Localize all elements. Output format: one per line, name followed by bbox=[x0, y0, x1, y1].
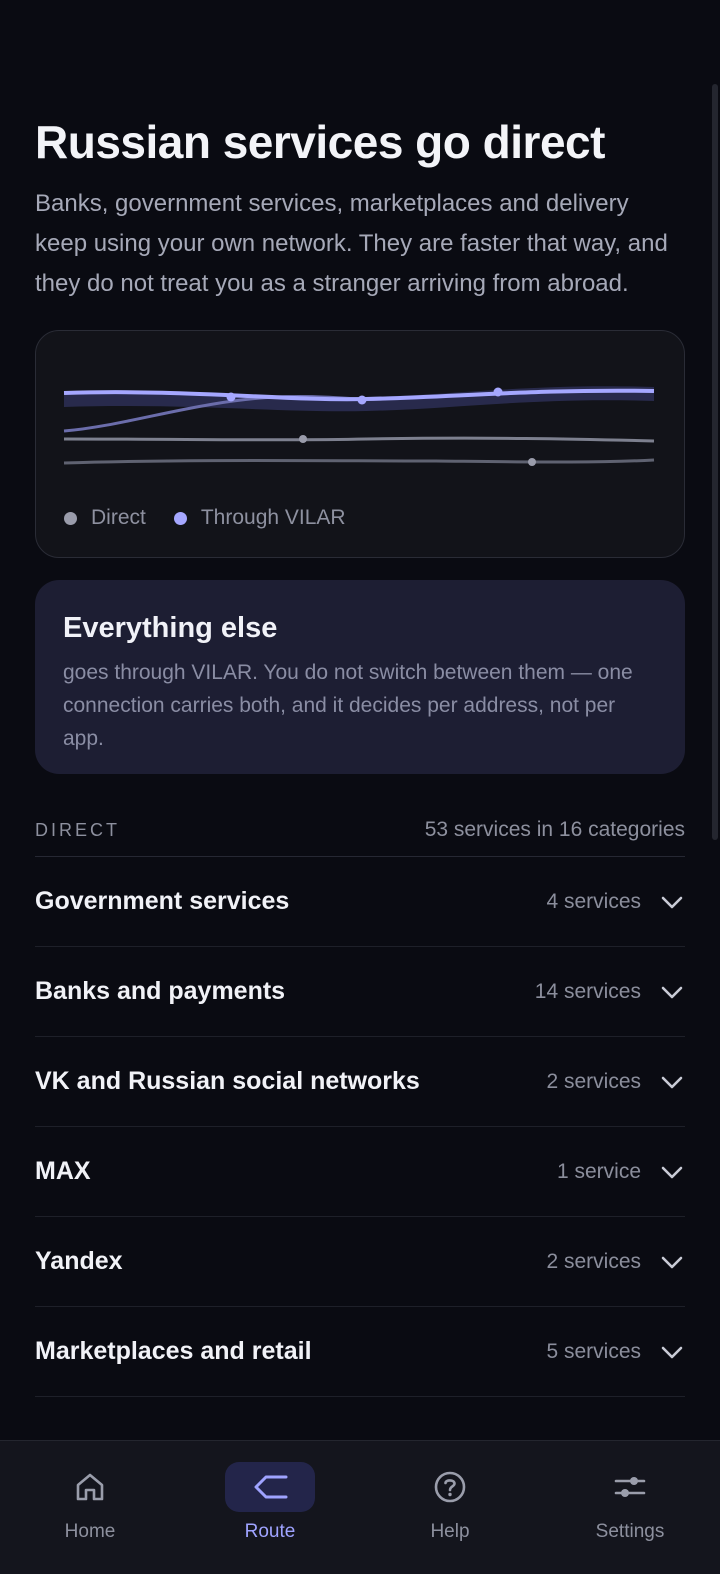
info-title: Everything else bbox=[63, 612, 278, 644]
chevron-down-icon[interactable] bbox=[659, 1159, 685, 1185]
vilar-point bbox=[493, 387, 503, 397]
help-icon bbox=[434, 1471, 466, 1503]
category-row-government[interactable]: Government services 4 services bbox=[35, 857, 685, 947]
nav-help-label: Help bbox=[430, 1521, 470, 1542]
chart-legend: Direct Through VILAR bbox=[64, 506, 374, 530]
section-count: 53 services in 16 categories bbox=[424, 818, 685, 841]
route-icon bbox=[254, 1475, 288, 1499]
nav-settings-label: Settings bbox=[595, 1521, 665, 1542]
category-row-marketplaces[interactable]: Marketplaces and retail 5 services bbox=[35, 1307, 685, 1397]
category-name: Yandex bbox=[35, 1247, 123, 1275]
category-count: 14 services bbox=[534, 979, 641, 1003]
scrollbar[interactable] bbox=[712, 84, 718, 840]
chevron-down-icon[interactable] bbox=[659, 889, 685, 915]
category-row-max[interactable]: MAX 1 service bbox=[35, 1127, 685, 1217]
legend-vilar: Through VILAR bbox=[173, 506, 346, 530]
legend-direct-dot bbox=[64, 511, 77, 525]
direct-line bbox=[63, 458, 655, 465]
category-row-vk[interactable]: VK and Russian social networks 2 service… bbox=[35, 1037, 685, 1127]
category-name: Government services bbox=[35, 887, 290, 915]
chevron-down-icon[interactable] bbox=[659, 1069, 685, 1095]
sliders-icon bbox=[614, 1477, 646, 1497]
route-screen: Russian services go direct Banks, govern… bbox=[0, 0, 720, 1574]
category-count: 2 services bbox=[546, 1249, 641, 1273]
main-content: Russian services go direct Banks, govern… bbox=[35, 110, 685, 1397]
info-text: goes through VILAR. You do not switch be… bbox=[63, 661, 633, 750]
page-title: Russian services go direct bbox=[35, 116, 605, 168]
category-count: 5 services bbox=[546, 1339, 641, 1363]
direct-point bbox=[528, 458, 536, 466]
category-count: 1 service bbox=[556, 1159, 641, 1183]
nav-settings-icon-wrap bbox=[585, 1462, 675, 1512]
legend-vilar-label: Through VILAR bbox=[200, 506, 346, 529]
category-row-yandex[interactable]: Yandex 2 services bbox=[35, 1217, 685, 1307]
legend-direct-label: Direct bbox=[91, 506, 146, 529]
category-name: VK and Russian social networks bbox=[35, 1067, 420, 1095]
section-label: DIRECT bbox=[35, 819, 120, 840]
direct-point bbox=[299, 435, 307, 443]
home-icon bbox=[76, 1473, 104, 1501]
legend-vilar-dot bbox=[173, 511, 187, 525]
route-illustration-card: Direct Through VILAR bbox=[35, 330, 685, 558]
nav-help[interactable]: Help bbox=[360, 1441, 540, 1574]
direct-line bbox=[63, 436, 655, 443]
chevron-down-icon[interactable] bbox=[659, 979, 685, 1005]
chevron-down-icon[interactable] bbox=[659, 1249, 685, 1275]
nav-home-label: Home bbox=[64, 1521, 116, 1542]
nav-route-icon-wrap bbox=[225, 1462, 315, 1512]
nav-home[interactable]: Home bbox=[0, 1441, 180, 1574]
everything-else-card: Everything else goes through VILAR. You … bbox=[35, 580, 685, 774]
category-row-banks[interactable]: Banks and payments 14 services bbox=[35, 947, 685, 1037]
page-intro: Banks, government services, marketplaces… bbox=[35, 190, 668, 297]
bottom-navigation: Home Route Help Settings bbox=[0, 1440, 720, 1574]
vilar-point bbox=[226, 392, 236, 402]
nav-route[interactable]: Route bbox=[180, 1441, 360, 1574]
direct-section-header: DIRECT 53 services in 16 categories bbox=[35, 818, 685, 857]
nav-settings[interactable]: Settings bbox=[540, 1441, 720, 1574]
category-name: MAX bbox=[35, 1157, 91, 1185]
nav-home-icon-wrap bbox=[45, 1462, 135, 1512]
chevron-down-icon[interactable] bbox=[659, 1339, 685, 1365]
category-name: Banks and payments bbox=[35, 977, 286, 1005]
nav-help-icon-wrap bbox=[405, 1462, 495, 1512]
legend-direct: Direct bbox=[64, 506, 146, 530]
vilar-point bbox=[357, 395, 367, 405]
category-count: 2 services bbox=[546, 1069, 641, 1093]
category-name: Marketplaces and retail bbox=[35, 1337, 312, 1365]
nav-route-label: Route bbox=[244, 1521, 296, 1542]
category-count: 4 services bbox=[546, 889, 641, 913]
